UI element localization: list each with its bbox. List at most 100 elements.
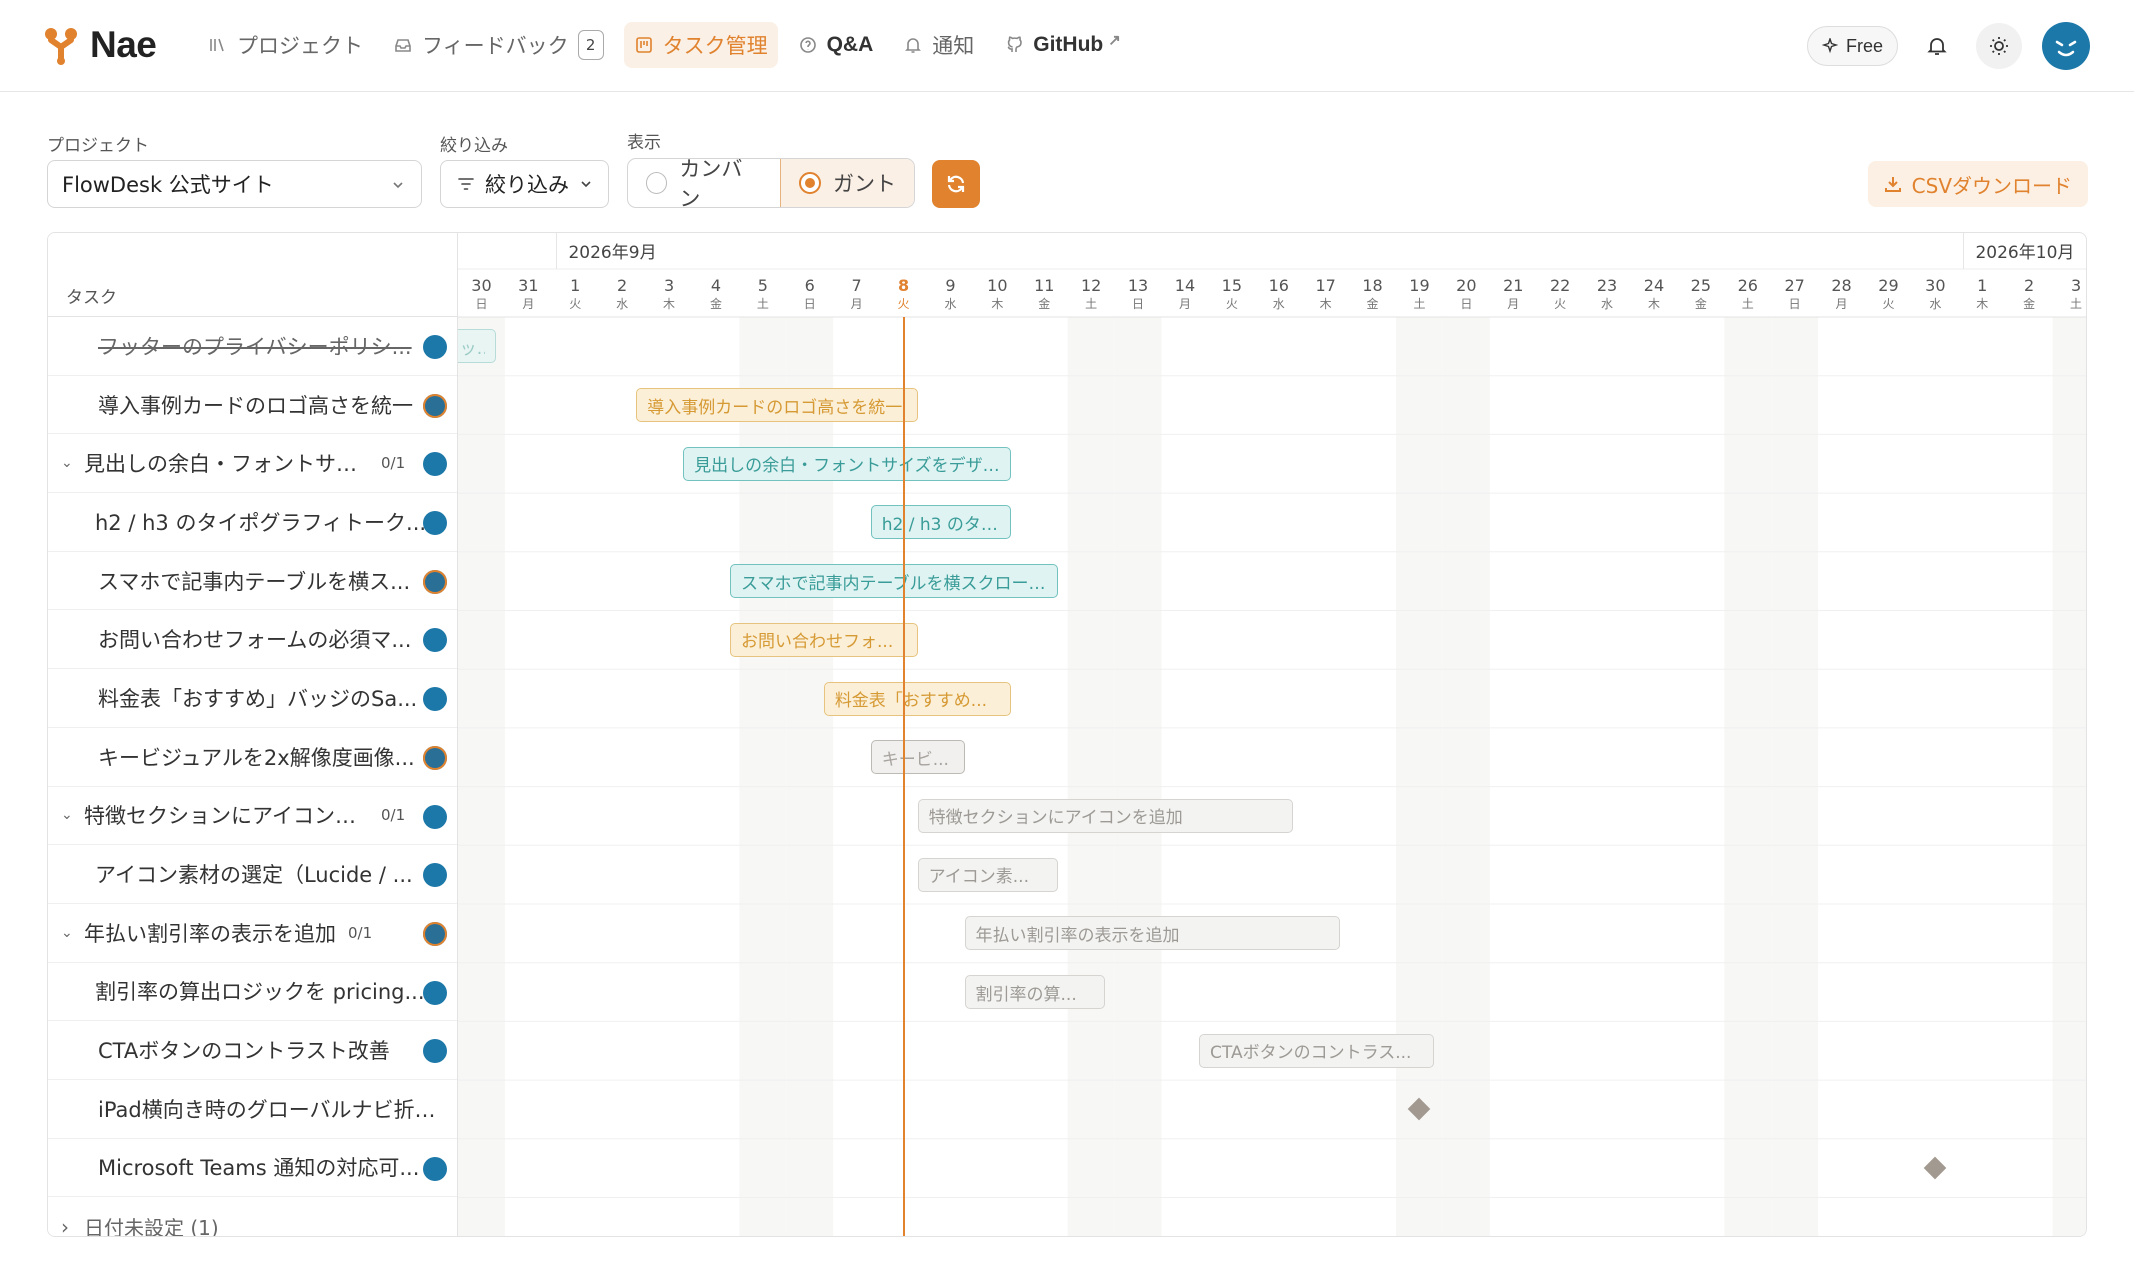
task-bar-label: 年払い割引率の表示を追加 — [975, 925, 1180, 946]
assignee-avatar[interactable] — [423, 804, 447, 829]
task-bar[interactable]: キービ... — [870, 740, 965, 775]
task-row[interactable]: アイコン素材の選定（Lucide / ... — [48, 845, 457, 904]
day-number: 11 — [1034, 276, 1054, 295]
task-row[interactable]: Microsoft Teams 通知の対応可... — [48, 1139, 457, 1198]
task-row[interactable]: スマホで記事内テーブルを横ス... — [48, 552, 457, 611]
download-icon — [1884, 177, 1901, 192]
task-bar[interactable]: ッタ... — [458, 329, 496, 364]
day-weekday: 水 — [1929, 297, 1941, 311]
task-bar[interactable]: h2 / h3 のタイポ... — [870, 505, 1012, 540]
weekend-column — [1724, 317, 1772, 1236]
chevron-down-icon[interactable]: ⌄ — [61, 455, 75, 471]
chevron-down-icon[interactable]: ⌄ — [61, 807, 75, 823]
task-row[interactable]: 料金表「おすすめ」バッジのSa... — [48, 669, 457, 728]
weekend-column — [1067, 317, 1115, 1236]
weekend-column — [1442, 317, 1490, 1236]
assignee-avatar[interactable] — [423, 569, 447, 594]
help-circle-icon — [799, 37, 816, 53]
assignee-avatar[interactable] — [423, 1156, 447, 1181]
day-number: 18 — [1362, 276, 1382, 295]
task-bar[interactable]: 割引率の算... — [964, 975, 1106, 1010]
task-bar[interactable]: 見出しの余白・フォントサイズをデザイン... — [683, 446, 1012, 481]
task-bar[interactable]: 導入事例カードのロゴ高さを統一 — [636, 388, 918, 423]
github-icon — [1007, 36, 1023, 52]
assignee-avatar[interactable] — [423, 863, 447, 888]
filter-button[interactable]: 絞り込み — [440, 160, 609, 208]
app-logo[interactable]: Nae — [44, 24, 157, 66]
task-row[interactable]: ⌄ 年払い割引率の表示を追加 0/1 — [48, 904, 457, 963]
day-number: 25 — [1691, 276, 1711, 295]
task-row[interactable]: ⌄ 特徴セクションにアイコンを... 0/1 — [48, 787, 457, 846]
assignee-avatar[interactable] — [423, 452, 447, 477]
day-number: 22 — [1550, 276, 1570, 295]
day-number: 3 — [664, 276, 674, 295]
csv-download-button[interactable]: CSVダウンロード — [1867, 161, 2088, 207]
day-number: 4 — [711, 276, 721, 295]
bell-icon — [905, 38, 922, 53]
task-bar-label: ッタ... — [459, 338, 485, 359]
theme-toggle-button[interactable] — [1976, 23, 2022, 69]
assignee-avatar[interactable] — [423, 335, 447, 359]
sun-icon — [1990, 37, 2008, 55]
day-weekday: 水 — [944, 297, 956, 311]
chevron-right-icon[interactable]: › — [61, 1215, 75, 1236]
nav-feedback[interactable]: フィードバック 2 — [383, 22, 614, 68]
task-row[interactable]: iPad横向き時のグローバルナビ折り... — [48, 1080, 457, 1139]
task-rows: フッターのプライバシーポリシ... 導入事例カードのロゴ高さを統一 ⌄ 見出しの余白・… — [48, 317, 457, 1236]
task-bar[interactable]: スマホで記事内テーブルを横スクロール対応 — [730, 564, 1059, 599]
day-number: 17 — [1315, 276, 1335, 295]
task-row[interactable]: 割引率の算出ロジックを pricing... — [48, 963, 457, 1022]
day-number: 14 — [1175, 276, 1195, 295]
task-row[interactable]: 導入事例カードのロゴ高さを統一 — [48, 376, 457, 435]
day-weekday: 火 — [1226, 297, 1238, 311]
nav-projects[interactable]: プロジェクト — [198, 22, 373, 68]
task-name: 料金表「おすすめ」バッジのSa... — [98, 686, 418, 711]
user-avatar[interactable] — [2042, 22, 2090, 70]
task-bar[interactable]: お問い合わせフォ... — [730, 622, 918, 657]
task-row[interactable]: お問い合わせフォームの必須マ... — [48, 610, 457, 670]
task-row[interactable]: フッターのプライバシーポリシ... — [48, 317, 457, 376]
assignee-avatar[interactable] — [423, 745, 447, 770]
task-bar[interactable]: CTAボタンのコントラス... — [1199, 1033, 1434, 1068]
day-weekday: 木 — [663, 297, 675, 311]
assignee-avatar[interactable] — [423, 628, 447, 653]
day-weekday: 金 — [2023, 296, 2035, 311]
view-gantt-option[interactable]: ガント — [780, 159, 914, 207]
notifications-button[interactable] — [1918, 27, 1956, 65]
radio-icon — [646, 172, 668, 194]
chevron-down-icon[interactable]: ⌄ — [61, 925, 75, 941]
task-bar[interactable]: 年払い割引率の表示を追加 — [964, 916, 1340, 951]
unscheduled-group[interactable]: › 日付未設定 (1) — [48, 1197, 457, 1236]
task-bar[interactable]: アイコン素... — [917, 857, 1059, 892]
task-name: スマホで記事内テーブルを横ス... — [98, 569, 411, 594]
plan-badge[interactable]: Free — [1806, 26, 1898, 66]
task-row[interactable]: h2 / h3 のタイポグラフィトーク... — [48, 493, 457, 552]
nav-notifications[interactable]: 通知 — [893, 22, 984, 68]
task-bar[interactable]: 特徴セクションにアイコンを追加 — [917, 798, 1293, 833]
task-list-panel: タスク フッターのプライバシーポリシ... 導入事例カードのロゴ高さを統一 ⌄ 見出し… — [48, 233, 458, 1236]
assignee-avatar[interactable] — [423, 1039, 447, 1064]
day-weekday: 月 — [1179, 297, 1191, 311]
assignee-avatar[interactable] — [423, 393, 447, 418]
nav-tasks[interactable]: タスク管理 — [623, 22, 778, 68]
subtask-count: 0/1 — [381, 806, 406, 825]
refresh-button[interactable] — [932, 160, 980, 208]
view-kanban-option[interactable]: カンバン — [628, 159, 780, 207]
day-number: 2 — [617, 276, 627, 295]
view-switcher: カンバン ガント — [627, 158, 915, 208]
assignee-avatar[interactable] — [423, 511, 447, 536]
day-weekday: 木 — [1976, 297, 1988, 311]
project-select[interactable]: FlowDesk 公式サイト — [47, 160, 422, 208]
assignee-avatar[interactable] — [423, 687, 447, 712]
day-number: 31 — [518, 276, 538, 295]
task-bar[interactable]: 料金表「おすすめ... — [823, 681, 1012, 716]
task-row[interactable]: CTAボタンのコントラスト改善 — [48, 1021, 457, 1080]
task-row[interactable]: ⌄ 見出しの余白・フォントサイ... 0/1 — [48, 434, 457, 494]
task-bar-label: アイコン素... — [928, 867, 1029, 888]
task-row[interactable]: キービジュアルを2x解像度画像... — [48, 728, 457, 787]
assignee-avatar[interactable] — [423, 980, 447, 1005]
nav-github[interactable]: GitHub ↗ — [994, 22, 1131, 68]
nav-qa[interactable]: Q&A — [788, 22, 884, 68]
assignee-avatar[interactable] — [423, 921, 447, 946]
weekend-column — [2052, 317, 2086, 1236]
